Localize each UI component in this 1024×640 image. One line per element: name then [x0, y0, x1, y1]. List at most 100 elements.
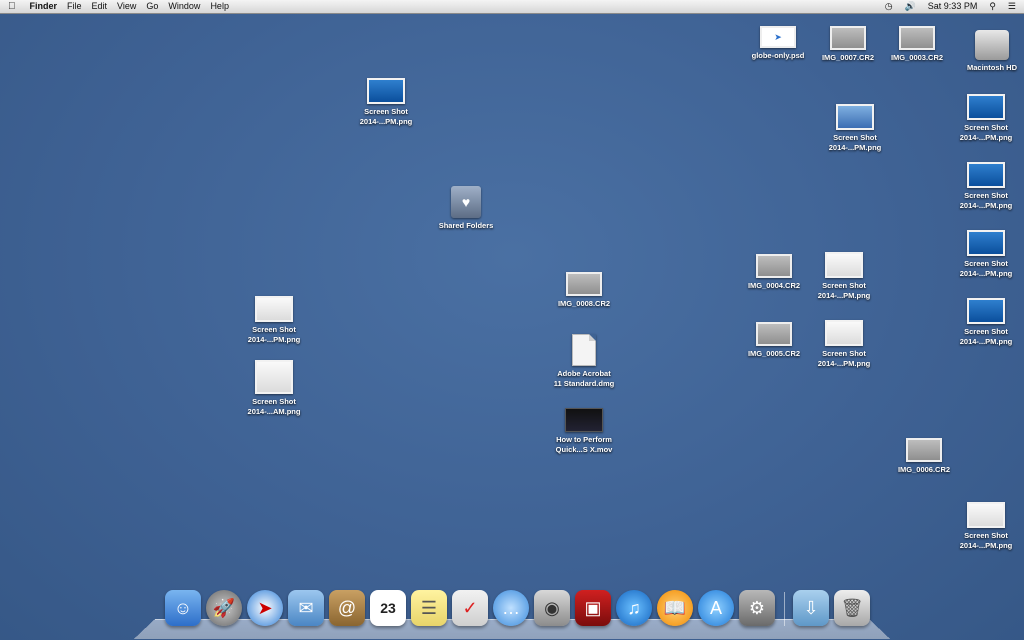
icon-label: IMG_0008.CR2	[557, 299, 611, 308]
desktop-icon-screenshot[interactable]: Screen Shot 2014-...AM.png	[234, 360, 314, 417]
clock[interactable]: Sat 9:33 PM	[928, 0, 978, 13]
psd-file-icon: ➤	[760, 26, 796, 48]
system-preferences-icon[interactable]: ⚙	[739, 590, 775, 626]
photo-booth-icon[interactable]: ▣	[575, 590, 611, 626]
raw-image-icon	[566, 272, 602, 296]
desktop-icon-shared-folders[interactable]: ♥ Shared Folders	[426, 186, 506, 231]
desktop-icon-img-0003[interactable]: IMG_0003.CR2	[877, 26, 957, 63]
volume-icon[interactable]: 🔊	[905, 0, 916, 13]
icon-label: Screen Shot 2014-...PM.png	[959, 259, 1013, 278]
screenshot-thumbnail-icon	[367, 78, 405, 104]
calendar-icon[interactable]: 23	[370, 590, 406, 626]
icon-label: Screen Shot 2014-...PM.png	[359, 107, 413, 126]
finder-icon[interactable]: ☺	[165, 590, 201, 626]
desktop-icon-img-0005[interactable]: IMG_0005.CR2	[734, 322, 814, 359]
launchpad-icon[interactable]: 🚀	[206, 590, 242, 626]
menu-go[interactable]: Go	[146, 0, 158, 13]
menu-bar:  Finder File Edit View Go Window Help ◷…	[0, 0, 1024, 14]
itunes-icon[interactable]: ♫	[616, 590, 652, 626]
messages-icon[interactable]: …	[493, 590, 529, 626]
desktop-icon-img-0007[interactable]: IMG_0007.CR2	[808, 26, 888, 63]
desktop[interactable]:  Finder File Edit View Go Window Help ◷…	[0, 0, 1024, 640]
desktop-icon-screenshot[interactable]: Screen Shot 2014-...PM.png	[804, 252, 884, 301]
raw-image-icon	[899, 26, 935, 50]
safari-icon[interactable]: ➤	[247, 590, 283, 626]
facetime-icon[interactable]: ◉	[534, 590, 570, 626]
desktop-icon-img-0006[interactable]: IMG_0006.CR2	[884, 438, 964, 475]
screenshot-thumbnail-icon	[836, 104, 874, 130]
spotlight-icon[interactable]: ⚲	[989, 0, 996, 13]
desktop-icon-screenshot[interactable]: Screen Shot 2014-...PM.png	[804, 320, 884, 369]
reminders-icon[interactable]: ✓	[452, 590, 488, 626]
menu-edit[interactable]: Edit	[92, 0, 108, 13]
menu-help[interactable]: Help	[210, 0, 229, 13]
icon-label: Screen Shot 2014-...PM.png	[959, 531, 1013, 550]
ibooks-icon[interactable]: 📖	[657, 590, 693, 626]
desktop-icon-globe-only-psd[interactable]: ➤ globe-only.psd	[738, 26, 818, 61]
raw-image-icon	[756, 254, 792, 278]
icon-label: globe-only.psd	[751, 51, 805, 60]
icon-label: Macintosh HD	[966, 63, 1017, 72]
desktop-icon-screenshot[interactable]: Screen Shot 2014-...PM.png	[815, 104, 895, 153]
icon-label: Screen Shot 2014-...PM.png	[959, 327, 1013, 346]
apple-menu-icon[interactable]: 	[8, 0, 16, 13]
desktop-icon-screenshot[interactable]: Screen Shot 2014-...PM.png	[234, 296, 314, 345]
desktop-icon-img-0004[interactable]: IMG_0004.CR2	[734, 254, 814, 291]
desktop-icon-macintosh-hd[interactable]: Macintosh HD	[952, 30, 1024, 73]
icon-label: Screen Shot 2014-...PM.png	[959, 123, 1013, 142]
desktop-icon-screenshot[interactable]: Screen Shot 2014-...PM.png	[946, 230, 1024, 279]
icon-label: IMG_0003.CR2	[890, 53, 944, 62]
icon-label: Shared Folders	[438, 221, 494, 230]
screenshot-thumbnail-icon	[825, 252, 863, 278]
app-store-icon[interactable]: A	[698, 590, 734, 626]
menu-file[interactable]: File	[67, 0, 82, 13]
dock: ☺ 🚀 ➤ ✉ @ 23 ☰ ✓ … ◉ ▣ ♫ 📖 A ⚙ ⇩ 🗑	[134, 590, 890, 640]
icon-label: How to Perform Quick...S X.mov	[555, 435, 613, 454]
icon-label: IMG_0005.CR2	[747, 349, 801, 358]
raw-image-icon	[830, 26, 866, 50]
icon-label: Screen Shot 2014-...PM.png	[247, 325, 301, 344]
icon-label: Screen Shot 2014-...AM.png	[247, 397, 301, 416]
desktop-icon-screenshot[interactable]: Screen Shot 2014-...PM.png	[946, 94, 1024, 143]
menu-view[interactable]: View	[117, 0, 136, 13]
icon-label: IMG_0006.CR2	[897, 465, 951, 474]
dock-separator	[784, 592, 785, 626]
icon-label: IMG_0007.CR2	[821, 53, 875, 62]
disk-image-icon	[572, 334, 596, 366]
desktop-icon-acrobat-dmg[interactable]: Adobe Acrobat 11 Standard.dmg	[544, 334, 624, 389]
time-machine-icon[interactable]: ◷	[885, 0, 893, 13]
calendar-day: 23	[380, 600, 396, 616]
desktop-icon-quick-mov[interactable]: How to Perform Quick...S X.mov	[544, 408, 624, 455]
screenshot-thumbnail-icon	[255, 360, 293, 394]
downloads-icon[interactable]: ⇩	[793, 590, 829, 626]
icon-label: Screen Shot 2014-...PM.png	[828, 133, 882, 152]
hard-drive-icon	[975, 30, 1009, 60]
icon-label: Screen Shot 2014-...PM.png	[817, 349, 871, 368]
screenshot-thumbnail-icon	[967, 298, 1005, 324]
desktop-icon-screenshot[interactable]: Screen Shot 2014-...PM.png	[946, 162, 1024, 211]
desktop-icon-screenshot[interactable]: Screen Shot 2014-...PM.png	[946, 502, 1024, 551]
screenshot-thumbnail-icon	[967, 94, 1005, 120]
raw-image-icon	[756, 322, 792, 346]
mail-icon[interactable]: ✉	[288, 590, 324, 626]
desktop-icon-screenshot[interactable]: Screen Shot 2014-...PM.png	[346, 78, 426, 127]
menu-window[interactable]: Window	[168, 0, 200, 13]
icon-label: Screen Shot 2014-...PM.png	[817, 281, 871, 300]
movie-file-icon	[565, 408, 603, 432]
icon-label: IMG_0004.CR2	[747, 281, 801, 290]
screenshot-thumbnail-icon	[967, 230, 1005, 256]
shared-folders-icon: ♥	[451, 186, 481, 218]
screenshot-thumbnail-icon	[255, 296, 293, 322]
icon-label: Screen Shot 2014-...PM.png	[959, 191, 1013, 210]
contacts-icon[interactable]: @	[329, 590, 365, 626]
notification-center-icon[interactable]: ☰	[1008, 0, 1016, 13]
raw-image-icon	[906, 438, 942, 462]
screenshot-thumbnail-icon	[967, 502, 1005, 528]
trash-icon[interactable]: 🗑	[834, 590, 870, 626]
desktop-icon-screenshot[interactable]: Screen Shot 2014-...PM.png	[946, 298, 1024, 347]
notes-icon[interactable]: ☰	[411, 590, 447, 626]
menu-finder[interactable]: Finder	[30, 0, 58, 13]
icon-label: Adobe Acrobat 11 Standard.dmg	[553, 369, 615, 388]
desktop-icon-img-0008[interactable]: IMG_0008.CR2	[544, 272, 624, 309]
screenshot-thumbnail-icon	[825, 320, 863, 346]
